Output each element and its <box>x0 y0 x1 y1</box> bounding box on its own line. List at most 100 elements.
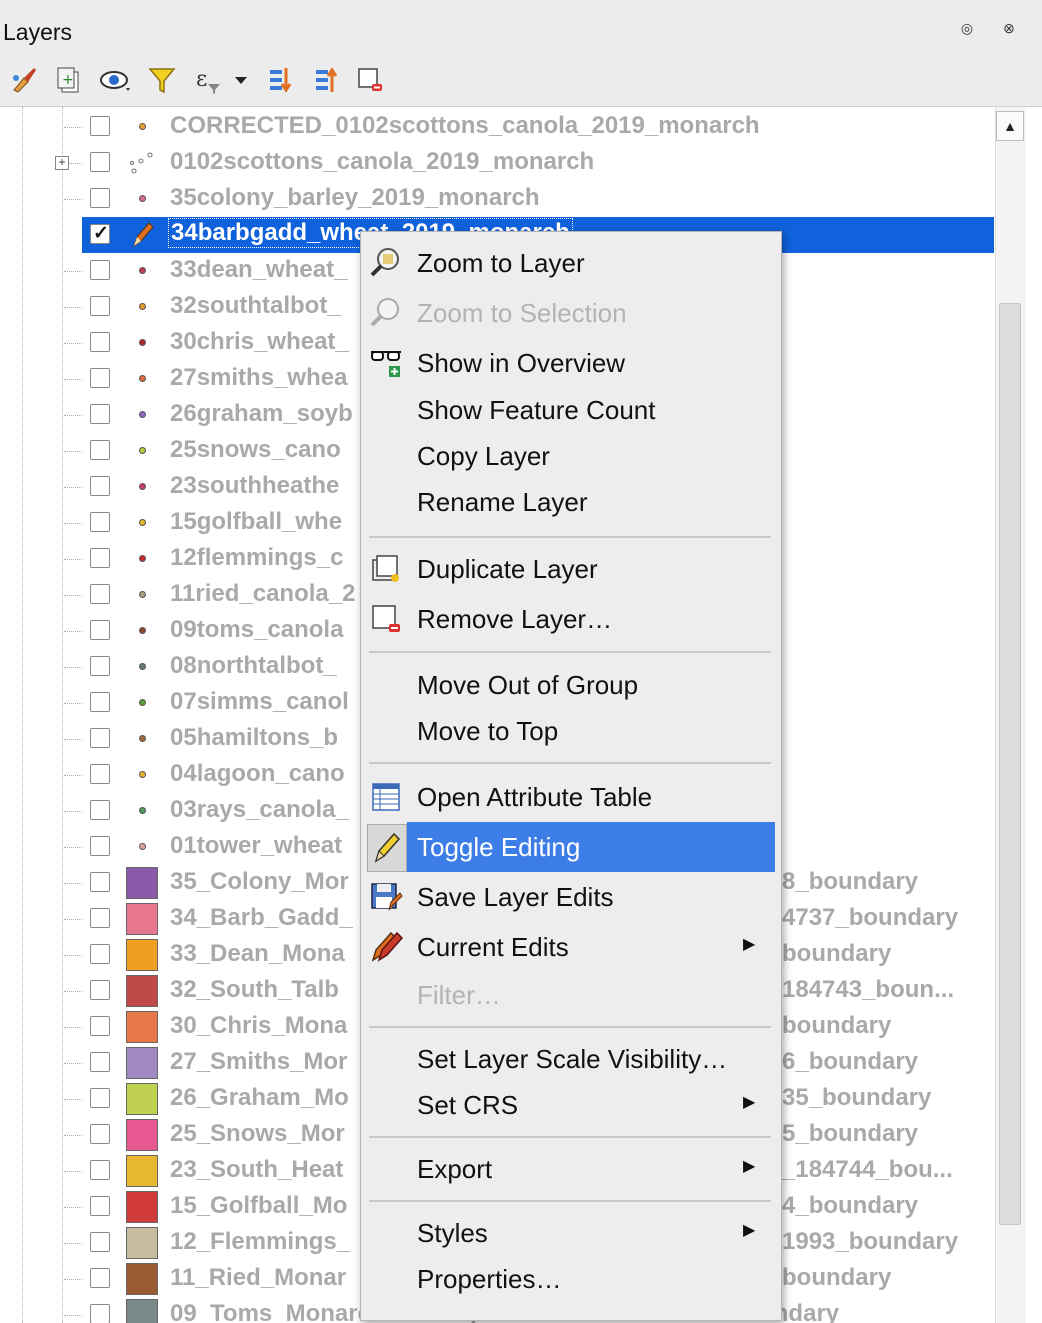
layer-visibility-checkbox[interactable] <box>90 980 110 1000</box>
layer-row[interactable]: CORRECTED_0102scottons_canola_2019_monar… <box>0 109 1000 145</box>
layer-visibility-checkbox[interactable] <box>90 800 110 820</box>
editing-pencil-icon <box>133 222 154 248</box>
point-symbol-icon <box>139 303 146 310</box>
menu-item-zoom-to-layer[interactable]: Zoom to Layer <box>361 240 781 286</box>
layer-name: CORRECTED_0102scottons_canola_2019_monar… <box>170 112 760 139</box>
menu-item-copy-layer[interactable]: Copy Layer <box>361 433 781 479</box>
menu-item-open-attribute-table[interactable]: Open Attribute Table <box>361 774 781 820</box>
menu-item-properties[interactable]: Properties… <box>361 1256 781 1302</box>
layer-name: 25_Snows_Mor <box>170 1120 345 1147</box>
multipoint-symbol-icon <box>130 152 153 174</box>
layer-visibility-checkbox[interactable] <box>90 1016 110 1036</box>
layer-visibility-checkbox[interactable] <box>90 656 110 676</box>
menu-item-label: Show Feature Count <box>417 395 656 425</box>
layer-visibility-checkbox[interactable] <box>90 512 110 532</box>
tree-connector <box>64 1027 82 1028</box>
layer-visibility-checkbox[interactable] <box>90 332 110 352</box>
remove-layer-icon[interactable] <box>352 62 388 98</box>
polygon-symbol-swatch <box>126 867 158 899</box>
menu-item-save-layer-edits[interactable]: Save Layer Edits <box>361 874 781 920</box>
layer-name: 15_Golfball_Mo <box>170 1192 348 1219</box>
layer-visibility-checkbox[interactable] <box>90 1304 110 1323</box>
layer-visibility-checkbox[interactable] <box>90 260 110 280</box>
remove-layer-icon <box>369 602 403 636</box>
dropdown-arrow-icon[interactable] <box>228 62 254 98</box>
menu-item-move-out-of-group[interactable]: Move Out of Group <box>361 662 781 708</box>
layer-visibility-checkbox[interactable] <box>90 944 110 964</box>
menu-item-current-edits[interactable]: Current Edits ▶ <box>361 924 781 970</box>
tree-connector <box>64 631 82 632</box>
menu-item-show-in-overview[interactable]: Show in Overview <box>361 340 781 386</box>
layer-row[interactable]: +0102scottons_canola_2019_monarch <box>0 145 1000 181</box>
layer-visibility-checkbox[interactable] <box>90 836 110 856</box>
tree-connector <box>64 919 82 920</box>
expand-group-button[interactable]: + <box>55 156 69 170</box>
layer-name: 01tower_wheat <box>170 832 343 859</box>
layer-visibility-checkbox[interactable] <box>90 404 110 424</box>
layer-row[interactable]: 35colony_barley_2019_monarch <box>0 181 1000 217</box>
tree-connector <box>64 127 82 128</box>
menu-item-show-feature-count[interactable]: Show Feature Count <box>361 387 781 433</box>
layer-name-tail: 35_boundary <box>782 1084 932 1111</box>
scroll-up-arrow-icon[interactable]: ▲ <box>996 111 1024 141</box>
layer-visibility-checkbox[interactable] <box>90 1196 110 1216</box>
point-symbol-icon <box>139 339 146 346</box>
layer-visibility-checkbox[interactable] <box>90 1160 110 1180</box>
polygon-symbol-swatch <box>126 1191 158 1223</box>
point-symbol-icon <box>139 483 146 490</box>
menu-item-styles[interactable]: Styles ▶ <box>361 1210 781 1256</box>
layer-visibility-checkbox[interactable] <box>90 908 110 928</box>
layer-visibility-checkbox[interactable] <box>90 222 110 245</box>
filter-legend-icon[interactable] <box>144 62 180 98</box>
layer-visibility-checkbox[interactable] <box>90 296 110 316</box>
overview-glasses-icon <box>369 346 403 380</box>
visibility-icon[interactable] <box>98 62 134 98</box>
layer-visibility-checkbox[interactable] <box>90 728 110 748</box>
menu-item-set-layer-scale-visibility[interactable]: Set Layer Scale Visibility… <box>361 1036 781 1082</box>
menu-item-label: Filter… <box>417 980 501 1010</box>
expand-all-icon[interactable] <box>262 62 298 98</box>
menu-item-set-crs[interactable]: Set CRS ▶ <box>361 1082 781 1128</box>
layer-visibility-checkbox[interactable] <box>90 476 110 496</box>
add-group-icon[interactable]: + <box>52 62 88 98</box>
submenu-arrow-icon: ▶ <box>743 1222 756 1239</box>
layer-visibility-checkbox[interactable] <box>90 692 110 712</box>
menu-item-label: Remove Layer… <box>417 604 613 634</box>
layer-visibility-checkbox[interactable] <box>90 548 110 568</box>
layer-visibility-checkbox[interactable] <box>90 584 110 604</box>
layer-visibility-checkbox[interactable] <box>90 440 110 460</box>
tree-connector <box>64 343 82 344</box>
layer-name: 08northtalbot_ <box>170 652 337 679</box>
tree-connector <box>64 595 82 596</box>
menu-item-export[interactable]: Export ▶ <box>361 1146 781 1192</box>
layer-visibility-checkbox[interactable] <box>90 620 110 640</box>
layer-name: 32_South_Talb <box>170 976 339 1003</box>
layer-visibility-checkbox[interactable] <box>90 116 110 136</box>
layer-visibility-checkbox[interactable] <box>90 1052 110 1072</box>
layer-visibility-checkbox[interactable] <box>90 872 110 892</box>
vertical-scrollbar[interactable]: ▲ <box>995 107 1026 1323</box>
menu-item-move-to-top[interactable]: Move to Top <box>361 708 781 754</box>
layer-visibility-checkbox[interactable] <box>90 368 110 388</box>
menu-item-remove-layer[interactable]: Remove Layer… <box>361 596 781 642</box>
layer-visibility-checkbox[interactable] <box>90 1088 110 1108</box>
layer-visibility-checkbox[interactable] <box>90 1124 110 1144</box>
menu-item-rename-layer[interactable]: Rename Layer <box>361 479 781 525</box>
layer-visibility-checkbox[interactable] <box>90 152 110 172</box>
layer-visibility-checkbox[interactable] <box>90 188 110 208</box>
close-panel-button[interactable]: ⊗ <box>1000 19 1018 37</box>
layer-visibility-checkbox[interactable] <box>90 1232 110 1252</box>
layer-visibility-checkbox[interactable] <box>90 764 110 784</box>
menu-item-toggle-editing[interactable]: Toggle Editing <box>361 822 781 872</box>
layer-name: 12_Flemmings_ <box>170 1228 351 1255</box>
collapse-all-icon[interactable] <box>308 62 344 98</box>
style-manager-icon[interactable] <box>6 62 42 98</box>
scrollbar-thumb[interactable] <box>999 303 1021 1225</box>
tree-connector <box>64 271 82 272</box>
menu-item-duplicate-layer[interactable]: Duplicate Layer <box>361 546 781 592</box>
float-panel-button[interactable]: ◎ <box>958 19 976 37</box>
expression-filter-icon[interactable]: ε <box>190 62 226 98</box>
layer-visibility-checkbox[interactable] <box>90 1268 110 1288</box>
tree-connector <box>64 523 82 524</box>
menu-separator <box>369 1136 771 1138</box>
